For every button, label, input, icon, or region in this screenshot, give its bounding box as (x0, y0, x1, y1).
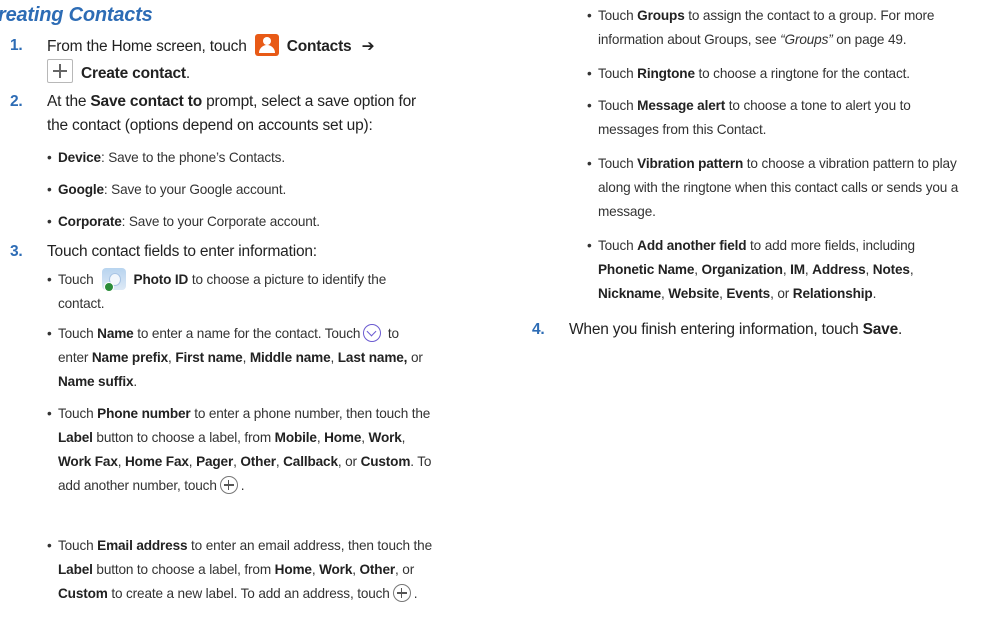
name-bullet: Touch Name to enter a name for the conta… (47, 322, 498, 394)
create-contact-label: Create contact (81, 65, 186, 82)
save-label: Save (862, 321, 899, 338)
step-number: 4. (532, 321, 545, 338)
save-option-google: Google: Save to your Google account. (47, 178, 286, 202)
save-option-corporate: Corporate: Save to your Corporate accoun… (47, 210, 320, 234)
step-3: 3. Touch contact fields to enter informa… (10, 240, 510, 264)
photo-id-bullet: TouchPhoto ID to choose a picture to ide… (47, 268, 498, 316)
step-number: 2. (10, 93, 23, 110)
chevron-down-circle-icon (363, 324, 382, 342)
vibration-pattern-bullet: Touch Vibration pattern to choose a vibr… (587, 152, 1003, 224)
contacts-app-icon (254, 34, 279, 56)
message-alert-bullet: Touch Message alert to choose a tone to … (587, 94, 998, 142)
email-address-bullet: Touch Email address to enter an email ad… (47, 534, 503, 606)
step-number: 3. (10, 243, 23, 260)
contacts-label: Contacts (286, 38, 352, 55)
groups-bullet: Touch Groups to assign the contact to a … (587, 4, 998, 52)
ringtone-bullet: Touch Ringtone to choose a ringtone for … (587, 62, 998, 86)
plus-box-icon (47, 59, 73, 83)
step-number: 1. (10, 37, 23, 54)
plus-circle-icon (219, 476, 238, 494)
save-option-device: Device: Save to the phone’s Contacts. (47, 146, 285, 170)
plus-circle-icon (392, 584, 411, 602)
step-1: 1. From the Home screen, touch Contacts … (10, 34, 510, 86)
phone-number-bullet: Touch Phone number to enter a phone numb… (47, 402, 503, 498)
photo-id-icon (101, 268, 126, 292)
add-another-field-bullet: Touch Add another field to add more fiel… (587, 234, 998, 306)
step-4: 4. When you finish entering information,… (532, 318, 992, 342)
arrow-icon: ➔ (361, 38, 375, 55)
step-2: 2. At the Save contact to prompt, select… (10, 90, 510, 138)
section-heading: reating Contacts (0, 4, 153, 26)
